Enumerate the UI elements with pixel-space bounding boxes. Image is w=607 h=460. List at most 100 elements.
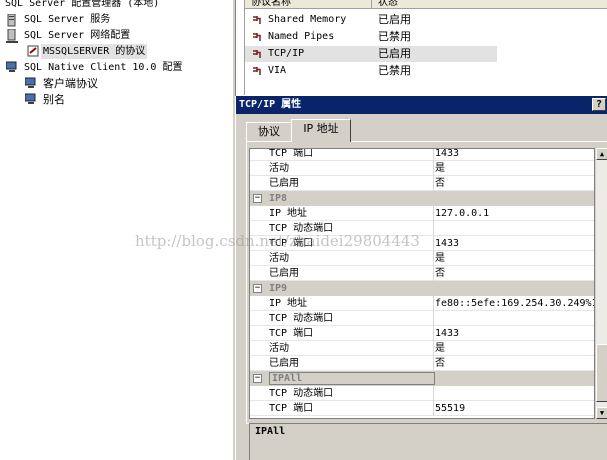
dialog-title-bar[interactable]: TCP/IP 属性 ? [236, 96, 607, 114]
protocol-row[interactable]: Shared Memory 已启用 [245, 12, 497, 28]
collapse-icon[interactable]: − [253, 194, 262, 203]
property-value[interactable]: 否 [433, 266, 445, 281]
collapse-icon[interactable]: − [253, 374, 262, 383]
tree-pane: SQL Server 配置管理器 (本地) SQL Server 服务 SQL … [0, 0, 232, 460]
property-category[interactable]: − IP8 [250, 191, 594, 206]
protocol-list: 协议名称 状态 Shared Memory 已启用 Named Pipes 已禁… [245, 0, 607, 95]
column-header-state[interactable]: 状态 [372, 0, 607, 9]
tree-item-mssqlserver-protocols[interactable]: MSSQLSERVER 的协议 [41, 44, 148, 59]
property-row[interactable]: TCP 端口 1433 [250, 326, 594, 341]
property-name: 活动 [269, 163, 289, 174]
protocol-plug-icon [253, 33, 261, 41]
scroll-up-button[interactable]: ▲ [596, 148, 607, 160]
tree-item-protocols-label: MSSQLSERVER 的协议 [43, 46, 146, 57]
property-name: TCP 动态端口 [269, 388, 334, 399]
property-row[interactable]: IP 地址 fe80::5efe:169.254.30.249%1 [250, 296, 594, 311]
property-value[interactable]: 1433 [433, 149, 459, 161]
protocol-name: TCP/IP [268, 48, 305, 59]
property-value[interactable]: 127.0.0.1 [433, 206, 489, 221]
property-name: TCP 端口 [269, 238, 314, 249]
client-config-icon [5, 61, 18, 73]
protocol-state: 已启用 [378, 47, 411, 60]
property-name: IP 地址 [269, 298, 308, 309]
property-row[interactable]: 已启用 否 [250, 266, 594, 281]
tree-item-native-label: SQL Native Client 10.0 配置 [24, 62, 183, 73]
protocol-plug-icon [253, 50, 261, 58]
protocol-row-selected[interactable]: TCP/IP 已启用 [245, 46, 497, 62]
tree-item-services-label: SQL Server 服务 [24, 14, 111, 25]
property-value[interactable] [433, 386, 435, 401]
property-name: TCP 端口 [269, 403, 314, 414]
property-category-label: IP9 [269, 283, 288, 294]
property-category[interactable]: − IP9 [250, 281, 594, 296]
property-row[interactable]: 活动 是 [250, 161, 594, 176]
property-name: TCP 端口 [269, 328, 314, 339]
property-value[interactable]: 1433 [433, 236, 459, 251]
protocol-name: VIA [268, 65, 287, 76]
tree-item-network[interactable]: SQL Server 网络配置 [24, 28, 130, 43]
tree-item-aliases[interactable]: 别名 [43, 92, 65, 107]
tab-protocol[interactable]: 协议 [246, 122, 292, 141]
property-name: 已启用 [269, 178, 299, 189]
tree-root[interactable]: SQL Server 配置管理器 (本地) [5, 0, 159, 11]
tree-item-services[interactable]: SQL Server 服务 [24, 12, 110, 27]
tab-ip-addresses-label: IP 地址 [303, 122, 339, 135]
column-header-name-label: 协议名称 [251, 0, 291, 8]
description-pane: IPAll [249, 423, 607, 460]
protocol-state: 已禁用 [378, 64, 411, 77]
protocol-state: 已启用 [378, 13, 411, 26]
help-button[interactable]: ? [592, 98, 606, 111]
property-row[interactable]: TCP 端口 1433 [250, 148, 594, 161]
property-value[interactable]: 是 [433, 161, 445, 176]
tree-item-client-protocols-label: 客户端协议 [43, 77, 98, 90]
property-value[interactable] [433, 221, 435, 236]
property-name: TCP 端口 [269, 148, 314, 159]
property-row[interactable]: 活动 是 [250, 341, 594, 356]
protocol-row[interactable]: VIA 已禁用 [245, 63, 497, 79]
property-name: TCP 动态端口 [269, 313, 334, 324]
server-icon [6, 13, 18, 27]
property-row[interactable]: TCP 端口 1433 [250, 236, 594, 251]
tab-protocol-label: 协议 [258, 125, 280, 138]
property-name: 已启用 [269, 268, 299, 279]
property-row[interactable]: 活动 是 [250, 251, 594, 266]
property-category[interactable]: − IPAll [250, 371, 594, 386]
tree-item-aliases-label: 别名 [43, 93, 65, 106]
property-row[interactable]: TCP 动态端口 [250, 221, 594, 236]
property-name: 已启用 [269, 358, 299, 369]
tree-item-native-client[interactable]: SQL Native Client 10.0 配置 [24, 60, 182, 75]
column-header-state-label: 状态 [378, 0, 398, 8]
property-row[interactable]: TCP 端口 55519 [250, 401, 594, 416]
tree-item-client-protocols[interactable]: 客户端协议 [43, 76, 98, 91]
property-value[interactable]: 否 [433, 356, 445, 371]
property-row[interactable]: 已启用 否 [250, 356, 594, 371]
property-row[interactable]: TCP 动态端口 [250, 311, 594, 326]
property-grid-scrollbar[interactable]: ▲ ▼ [595, 148, 607, 419]
property-row[interactable]: 已启用 否 [250, 176, 594, 191]
property-value[interactable]: fe80::5efe:169.254.30.249%1 [433, 296, 594, 311]
protocol-row[interactable]: Named Pipes 已禁用 [245, 29, 497, 45]
property-value[interactable]: 是 [433, 341, 445, 356]
property-name: 活动 [269, 343, 289, 354]
property-row[interactable]: IP 地址 127.0.0.1 [250, 206, 594, 221]
property-value[interactable]: 1433 [433, 326, 459, 341]
alias-icon [24, 93, 37, 105]
property-category-label: IPAll [269, 372, 435, 385]
property-name: TCP 动态端口 [269, 223, 334, 234]
protocol-name: Named Pipes [268, 31, 335, 42]
property-value[interactable]: 55519 [433, 401, 465, 416]
scroll-down-button[interactable]: ▼ [596, 407, 607, 419]
tree-item-network-label: SQL Server 网络配置 [24, 30, 131, 41]
property-value[interactable] [433, 311, 435, 326]
tree-root-label: SQL Server 配置管理器 (本地) [5, 0, 160, 9]
property-grid: TCP 端口 1433 活动是已启用否 − IP8 IP 地址 127.0.0.1 TCP 动… [249, 148, 595, 419]
collapse-icon[interactable]: − [253, 284, 262, 293]
property-value[interactable]: 是 [433, 251, 445, 266]
column-header-name[interactable]: 协议名称 [245, 0, 372, 9]
property-category-label: IP8 [269, 193, 288, 204]
property-row[interactable]: TCP 动态端口 [250, 386, 594, 401]
scroll-thumb[interactable] [596, 344, 607, 402]
property-value[interactable]: 否 [433, 176, 445, 191]
tab-ip-addresses[interactable]: IP 地址 [291, 119, 351, 142]
network-server-icon [6, 28, 18, 43]
